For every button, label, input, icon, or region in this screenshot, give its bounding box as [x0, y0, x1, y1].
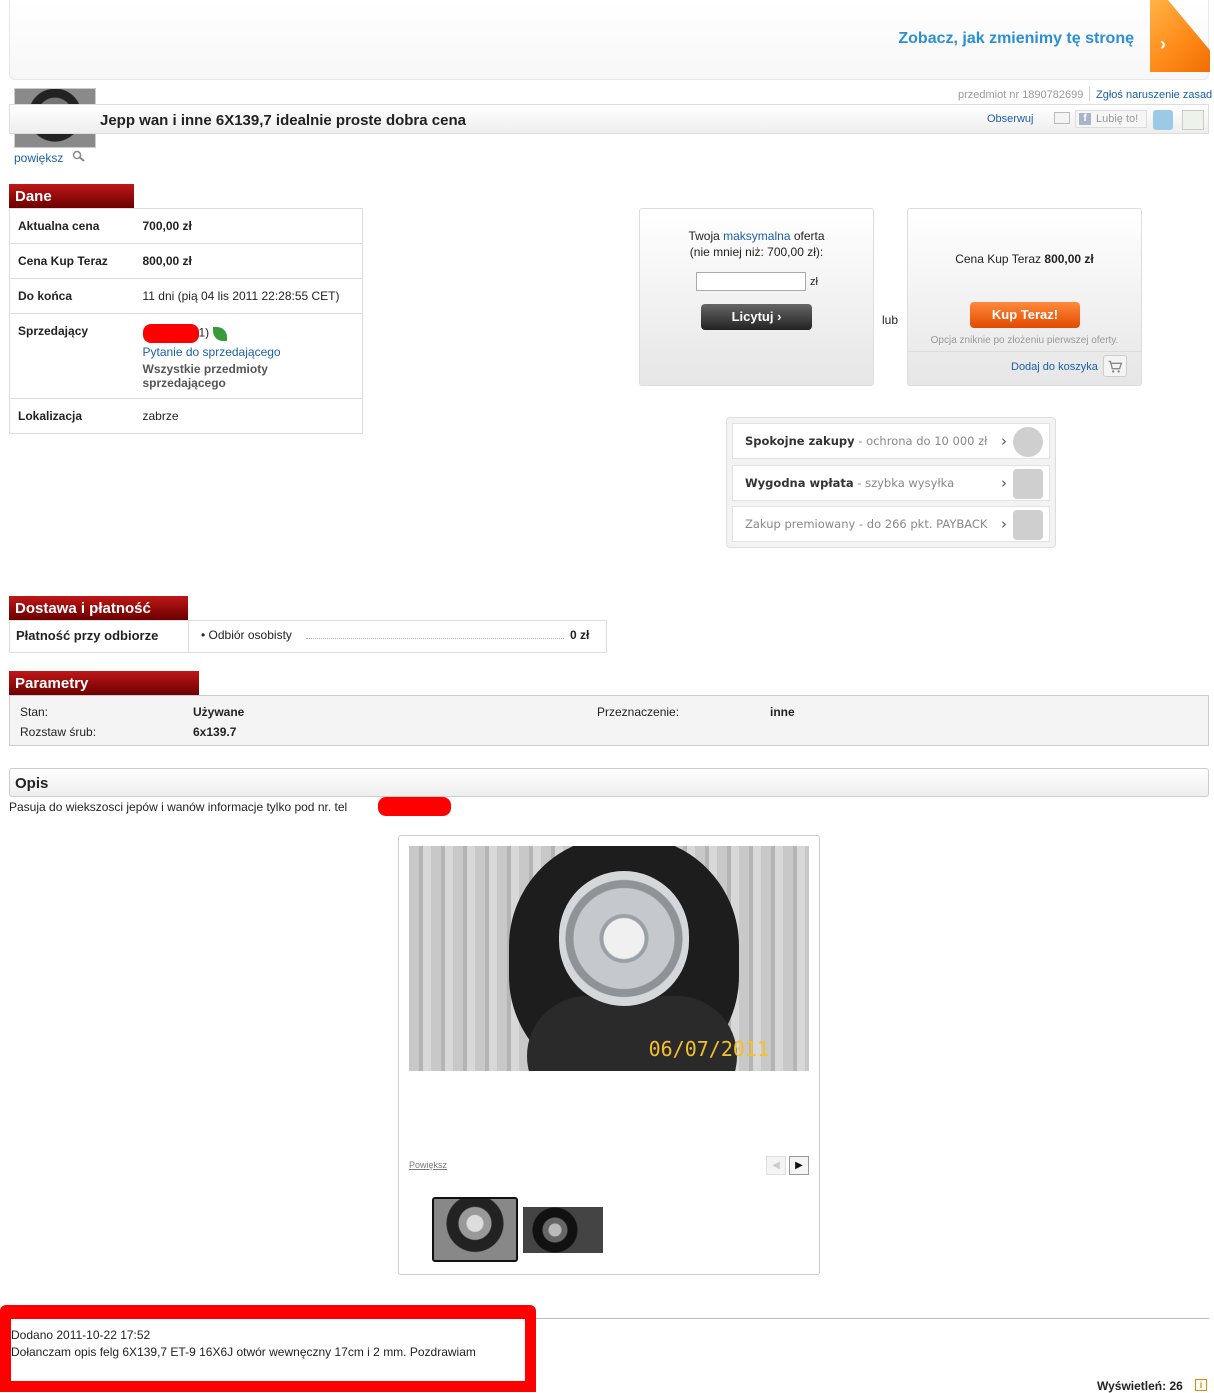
- report-link[interactable]: Zgłoś naruszenie zasad: [1096, 89, 1212, 101]
- facebook-icon: f: [1079, 113, 1091, 125]
- param-label: Rozstaw śrub:: [20, 725, 97, 739]
- divider: [907, 351, 1142, 352]
- prev-arrow-icon[interactable]: ◀: [766, 1156, 786, 1175]
- buy-now-button[interactable]: Kup Teraz!: [970, 302, 1080, 328]
- promo-text: Zakup premiowany - do 266 pkt. PAYBACK: [745, 517, 988, 531]
- add-to-cart-link[interactable]: Dodaj do koszyka: [1011, 361, 1098, 373]
- buy-now-price-label: Cena Kup Teraz 800,00 zł: [907, 252, 1142, 266]
- row-label: Aktualna cena: [9, 208, 135, 244]
- info-icon[interactable]: i: [1195, 1379, 1207, 1391]
- added-description: Dołanczam opis felg 6X139,7 ET-9 16X6J o…: [11, 1345, 476, 1359]
- enlarge-link[interactable]: powiększ: [14, 151, 63, 165]
- added-date: Dodano 2011-10-22 17:52: [11, 1328, 151, 1342]
- row-label: Lokalizacja: [9, 398, 135, 434]
- promo-easy-payment[interactable]: Wygodna wpłata - szybka wysyłka ›: [732, 465, 1050, 501]
- bid-label-text: Twoja: [688, 229, 724, 243]
- or-label: lub: [882, 313, 899, 327]
- dotted-leader: [306, 638, 564, 639]
- payment-label: Płatność przy odbiorze: [16, 628, 159, 643]
- section-header-opis: Opis: [15, 775, 49, 792]
- redaction: [142, 324, 199, 343]
- param-value: 6x139.7: [193, 725, 237, 739]
- param-label: Stan:: [20, 705, 49, 719]
- ask-seller-link[interactable]: Pytanie do sprzedającego: [143, 345, 281, 359]
- page-title: Jepp wan i inne 6X139,7 idealnie proste …: [100, 112, 466, 129]
- details-table: Aktualna cena 700,00 zł Cena Kup Teraz 8…: [9, 208, 363, 434]
- leaf-icon: [213, 326, 228, 341]
- description-bar: [9, 768, 1209, 797]
- gift-icon[interactable]: [1182, 110, 1204, 130]
- hand-icon: [1013, 469, 1043, 499]
- row-label: Do końca: [9, 278, 135, 314]
- param-label: Przeznaczenie:: [597, 705, 680, 719]
- buy-now-note: Opcja zniknie po złożeniu pierwszej ofer…: [930, 335, 1119, 346]
- banner-link[interactable]: Zobacz, jak zmienimy tę stronę: [898, 30, 1134, 48]
- min-bid-note: (nie mniej niż: 700,00 zł):: [689, 245, 824, 259]
- promo-title: Wygodna wpłata: [745, 476, 854, 490]
- bid-label-text: oferta: [790, 229, 825, 243]
- photo-date-stamp: 06/07/2011: [648, 1037, 769, 1061]
- promo-safe-shopping[interactable]: Spokojne zakupy - ochrona do 10 000 zł ›: [732, 423, 1050, 459]
- table-row: Lokalizacja zabrze: [9, 398, 363, 434]
- max-offer-link[interactable]: maksymalna: [723, 229, 790, 243]
- payback-icon: [1013, 510, 1043, 540]
- chevron-right-icon: ›: [1001, 474, 1007, 492]
- promo-title: Spokojne zakupy: [745, 434, 855, 448]
- delivery-option: • Odbiór osobisty: [201, 628, 292, 642]
- magnifier-icon[interactable]: [72, 150, 86, 162]
- item-number: przedmiot nr 1890782699: [958, 89, 1084, 101]
- promo-payback[interactable]: Zakup premiowany - do 266 pkt. PAYBACK ›: [732, 506, 1050, 542]
- row-label: Sprzedający: [9, 313, 135, 399]
- bid-button[interactable]: Licytuj ›: [701, 304, 812, 330]
- delivery-price: 0 zł: [570, 628, 590, 642]
- section-header-parametry: Parametry: [9, 671, 199, 695]
- parameters-box: [9, 695, 1209, 746]
- section-header-dane: Dane: [9, 184, 134, 208]
- seller-items-link[interactable]: Wszystkie przedmioty sprzedającego: [143, 362, 355, 390]
- table-row: Sprzedający 1) Pytanie do sprzedającego …: [9, 313, 363, 399]
- current-price: 700,00 zł: [134, 208, 363, 244]
- buy-now-value: 800,00 zł: [1044, 252, 1094, 266]
- table-row: Cena Kup Teraz 800,00 zł: [9, 243, 363, 279]
- umbrella-icon: [1013, 427, 1043, 457]
- bid-label: Twoja maksymalna oferta: [639, 229, 874, 243]
- time-left: 11 dni (pią 04 lis 2011 22:28:55 CET): [134, 278, 363, 314]
- next-arrow-icon[interactable]: ▶: [789, 1156, 809, 1175]
- twitter-icon[interactable]: [1153, 110, 1173, 130]
- table-row: Do końca 11 dni (pią 04 lis 2011 22:28:5…: [9, 278, 363, 314]
- rim-shape: [559, 871, 689, 1006]
- main-photo[interactable]: 06/07/2011: [409, 846, 809, 1071]
- currency-label: zł: [810, 276, 818, 288]
- chevron-right-icon: ›: [1001, 515, 1007, 533]
- description-text: Pasuja do wiekszosci jepów i wanów infor…: [9, 800, 348, 814]
- gallery-enlarge-link[interactable]: Powiększ: [409, 1160, 447, 1170]
- bid-input[interactable]: [696, 272, 806, 291]
- param-value: inne: [770, 705, 795, 719]
- cart-icon[interactable]: [1103, 355, 1127, 377]
- param-value: Używane: [193, 705, 245, 719]
- gallery-thumbnail[interactable]: [432, 1197, 518, 1262]
- location: zabrze: [134, 398, 363, 434]
- promo-text: - szybka wysyłka: [853, 476, 955, 490]
- view-counter: Wyświetleń: 26: [1097, 1379, 1183, 1393]
- gallery-thumbnail[interactable]: [523, 1207, 603, 1253]
- mail-icon[interactable]: [1054, 112, 1070, 124]
- seller-cell: 1) Pytanie do sprzedającego Wszystkie pr…: [134, 313, 363, 399]
- table-row: Aktualna cena 700,00 zł: [9, 208, 363, 244]
- observe-link[interactable]: Obserwuj: [987, 113, 1033, 125]
- buy-now-price: 800,00 zł: [134, 243, 363, 279]
- redaction: [378, 797, 451, 816]
- row-label: Cena Kup Teraz: [9, 243, 135, 279]
- chevron-right-icon: ›: [1001, 432, 1007, 450]
- section-header-dostawa: Dostawa i płatność: [9, 596, 188, 620]
- promo-text: - ochrona do 10 000 zł: [854, 434, 988, 448]
- chevron-right-icon[interactable]: ›: [1160, 34, 1166, 55]
- buy-now-label: Cena Kup Teraz: [955, 252, 1045, 266]
- divider: [1089, 87, 1090, 101]
- seller-rating: 1): [198, 325, 210, 340]
